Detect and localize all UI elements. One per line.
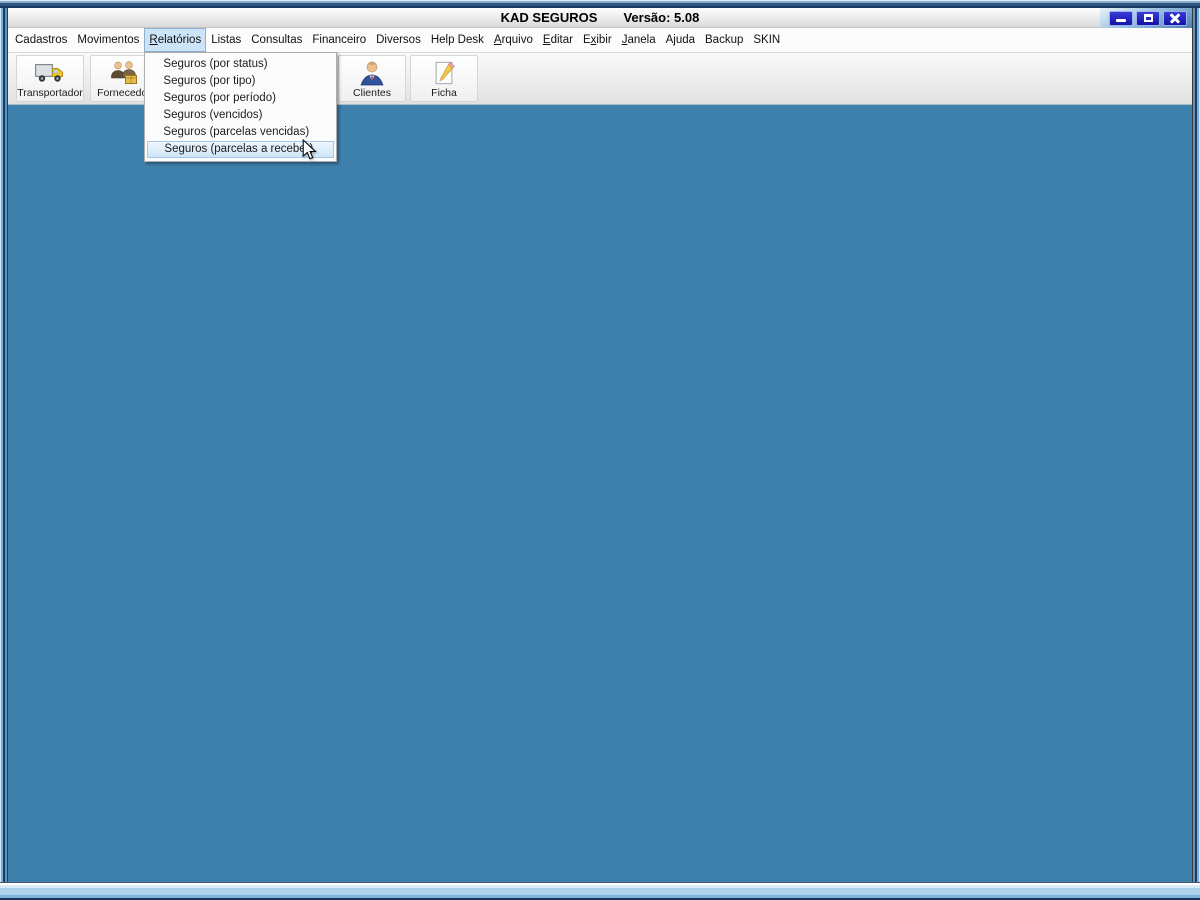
titlebar: KAD SEGUROS Versão: 5.08 — [8, 8, 1192, 28]
menu-item-listas[interactable]: Listas — [206, 28, 246, 52]
menu-item-relatorios[interactable]: Relatórios Seguros (por status) Seguros … — [144, 28, 338, 162]
maximize-icon — [1143, 14, 1153, 22]
menu-item-label: Backup — [705, 34, 744, 46]
toolbar-button-label: Clientes — [353, 87, 391, 99]
client-area — [8, 105, 1192, 882]
app-title: KAD SEGUROS — [500, 10, 598, 25]
menu-item-movimentos[interactable]: Movimentos — [72, 28, 144, 52]
menu-item-label: Exibir — [582, 34, 612, 46]
dropdown-item-seguros-por-status[interactable]: Seguros (por status) — [145, 56, 336, 73]
toolbar-button-clientes[interactable]: Clientes — [338, 55, 406, 102]
dropdown-item-seguros-por-periodo[interactable]: Seguros (por período) — [145, 90, 336, 107]
window-frame-left — [0, 0, 8, 900]
titlebar-text: KAD SEGUROS Versão: 5.08 — [8, 8, 1192, 27]
menu-item-label: Arquivo — [493, 34, 533, 46]
menu-item-label: Listas — [211, 34, 242, 46]
window-frame-right — [1192, 0, 1200, 900]
toolbar-button-label: Fornecedor — [97, 87, 151, 99]
menu-item-janela[interactable]: Janela — [617, 28, 661, 52]
menu-item-label: SKIN — [753, 34, 781, 46]
window-frame-top — [0, 0, 1200, 8]
menu-item-skin[interactable]: SKIN — [748, 28, 785, 52]
toolbar-button-label: Transportador — [17, 87, 83, 99]
minimize-icon — [1116, 18, 1126, 22]
dropdown-item-seguros-por-tipo[interactable]: Seguros (por tipo) — [145, 73, 336, 90]
toolbar-button-transportador[interactable]: Transportador — [16, 55, 84, 102]
menu-item-label: Consultas — [251, 34, 303, 46]
suppliers-icon — [111, 61, 137, 84]
close-icon — [1169, 13, 1181, 24]
maximize-button[interactable] — [1136, 10, 1160, 26]
menubar: Cadastros Movimentos Relatórios Seguros … — [8, 28, 1192, 162]
close-button[interactable] — [1163, 10, 1187, 26]
client-icon — [360, 61, 384, 86]
window-controls — [1100, 8, 1192, 28]
dropdown-item-seguros-vencidos[interactable]: Seguros (vencidos) — [145, 107, 336, 124]
menu-item-consultas[interactable]: Consultas — [246, 28, 307, 52]
menu-item-editar[interactable]: Editar — [538, 28, 578, 52]
window-frame-bottom — [0, 882, 1200, 900]
menu-item-label: Janela — [621, 34, 656, 46]
menu-item-label: Cadastros — [15, 34, 68, 46]
menu-item-financeiro[interactable]: Financeiro — [307, 28, 371, 52]
menu-item-cadastros[interactable]: Cadastros — [10, 28, 72, 52]
menu-item-label: Help Desk — [430, 34, 484, 46]
menu-item-label: Editar — [542, 34, 573, 46]
menu-item-label: Ajuda — [665, 34, 696, 46]
mouse-cursor — [302, 139, 317, 160]
menu-item-ajuda[interactable]: Ajuda — [661, 28, 700, 52]
menu-item-label: Relatórios — [149, 34, 202, 46]
menu-item-exibir[interactable]: Exibir — [578, 28, 617, 52]
menu-item-help-desk[interactable]: Help Desk — [426, 28, 489, 52]
app-version: Versão: 5.08 — [623, 10, 700, 25]
truck-icon — [35, 64, 63, 82]
menu-item-label: Movimentos — [77, 34, 140, 46]
minimize-button[interactable] — [1109, 10, 1133, 26]
menu-item-label: Diversos — [376, 34, 421, 46]
form-pencil-icon — [435, 61, 455, 85]
toolbar-button-label: Ficha — [431, 87, 457, 99]
menu-item-diversos[interactable]: Diversos — [371, 28, 426, 52]
toolbar-button-ficha[interactable]: Ficha — [410, 55, 478, 102]
menu-item-backup[interactable]: Backup — [700, 28, 748, 52]
menu-item-label: Financeiro — [312, 34, 367, 46]
menu-item-arquivo[interactable]: Arquivo — [489, 28, 538, 52]
